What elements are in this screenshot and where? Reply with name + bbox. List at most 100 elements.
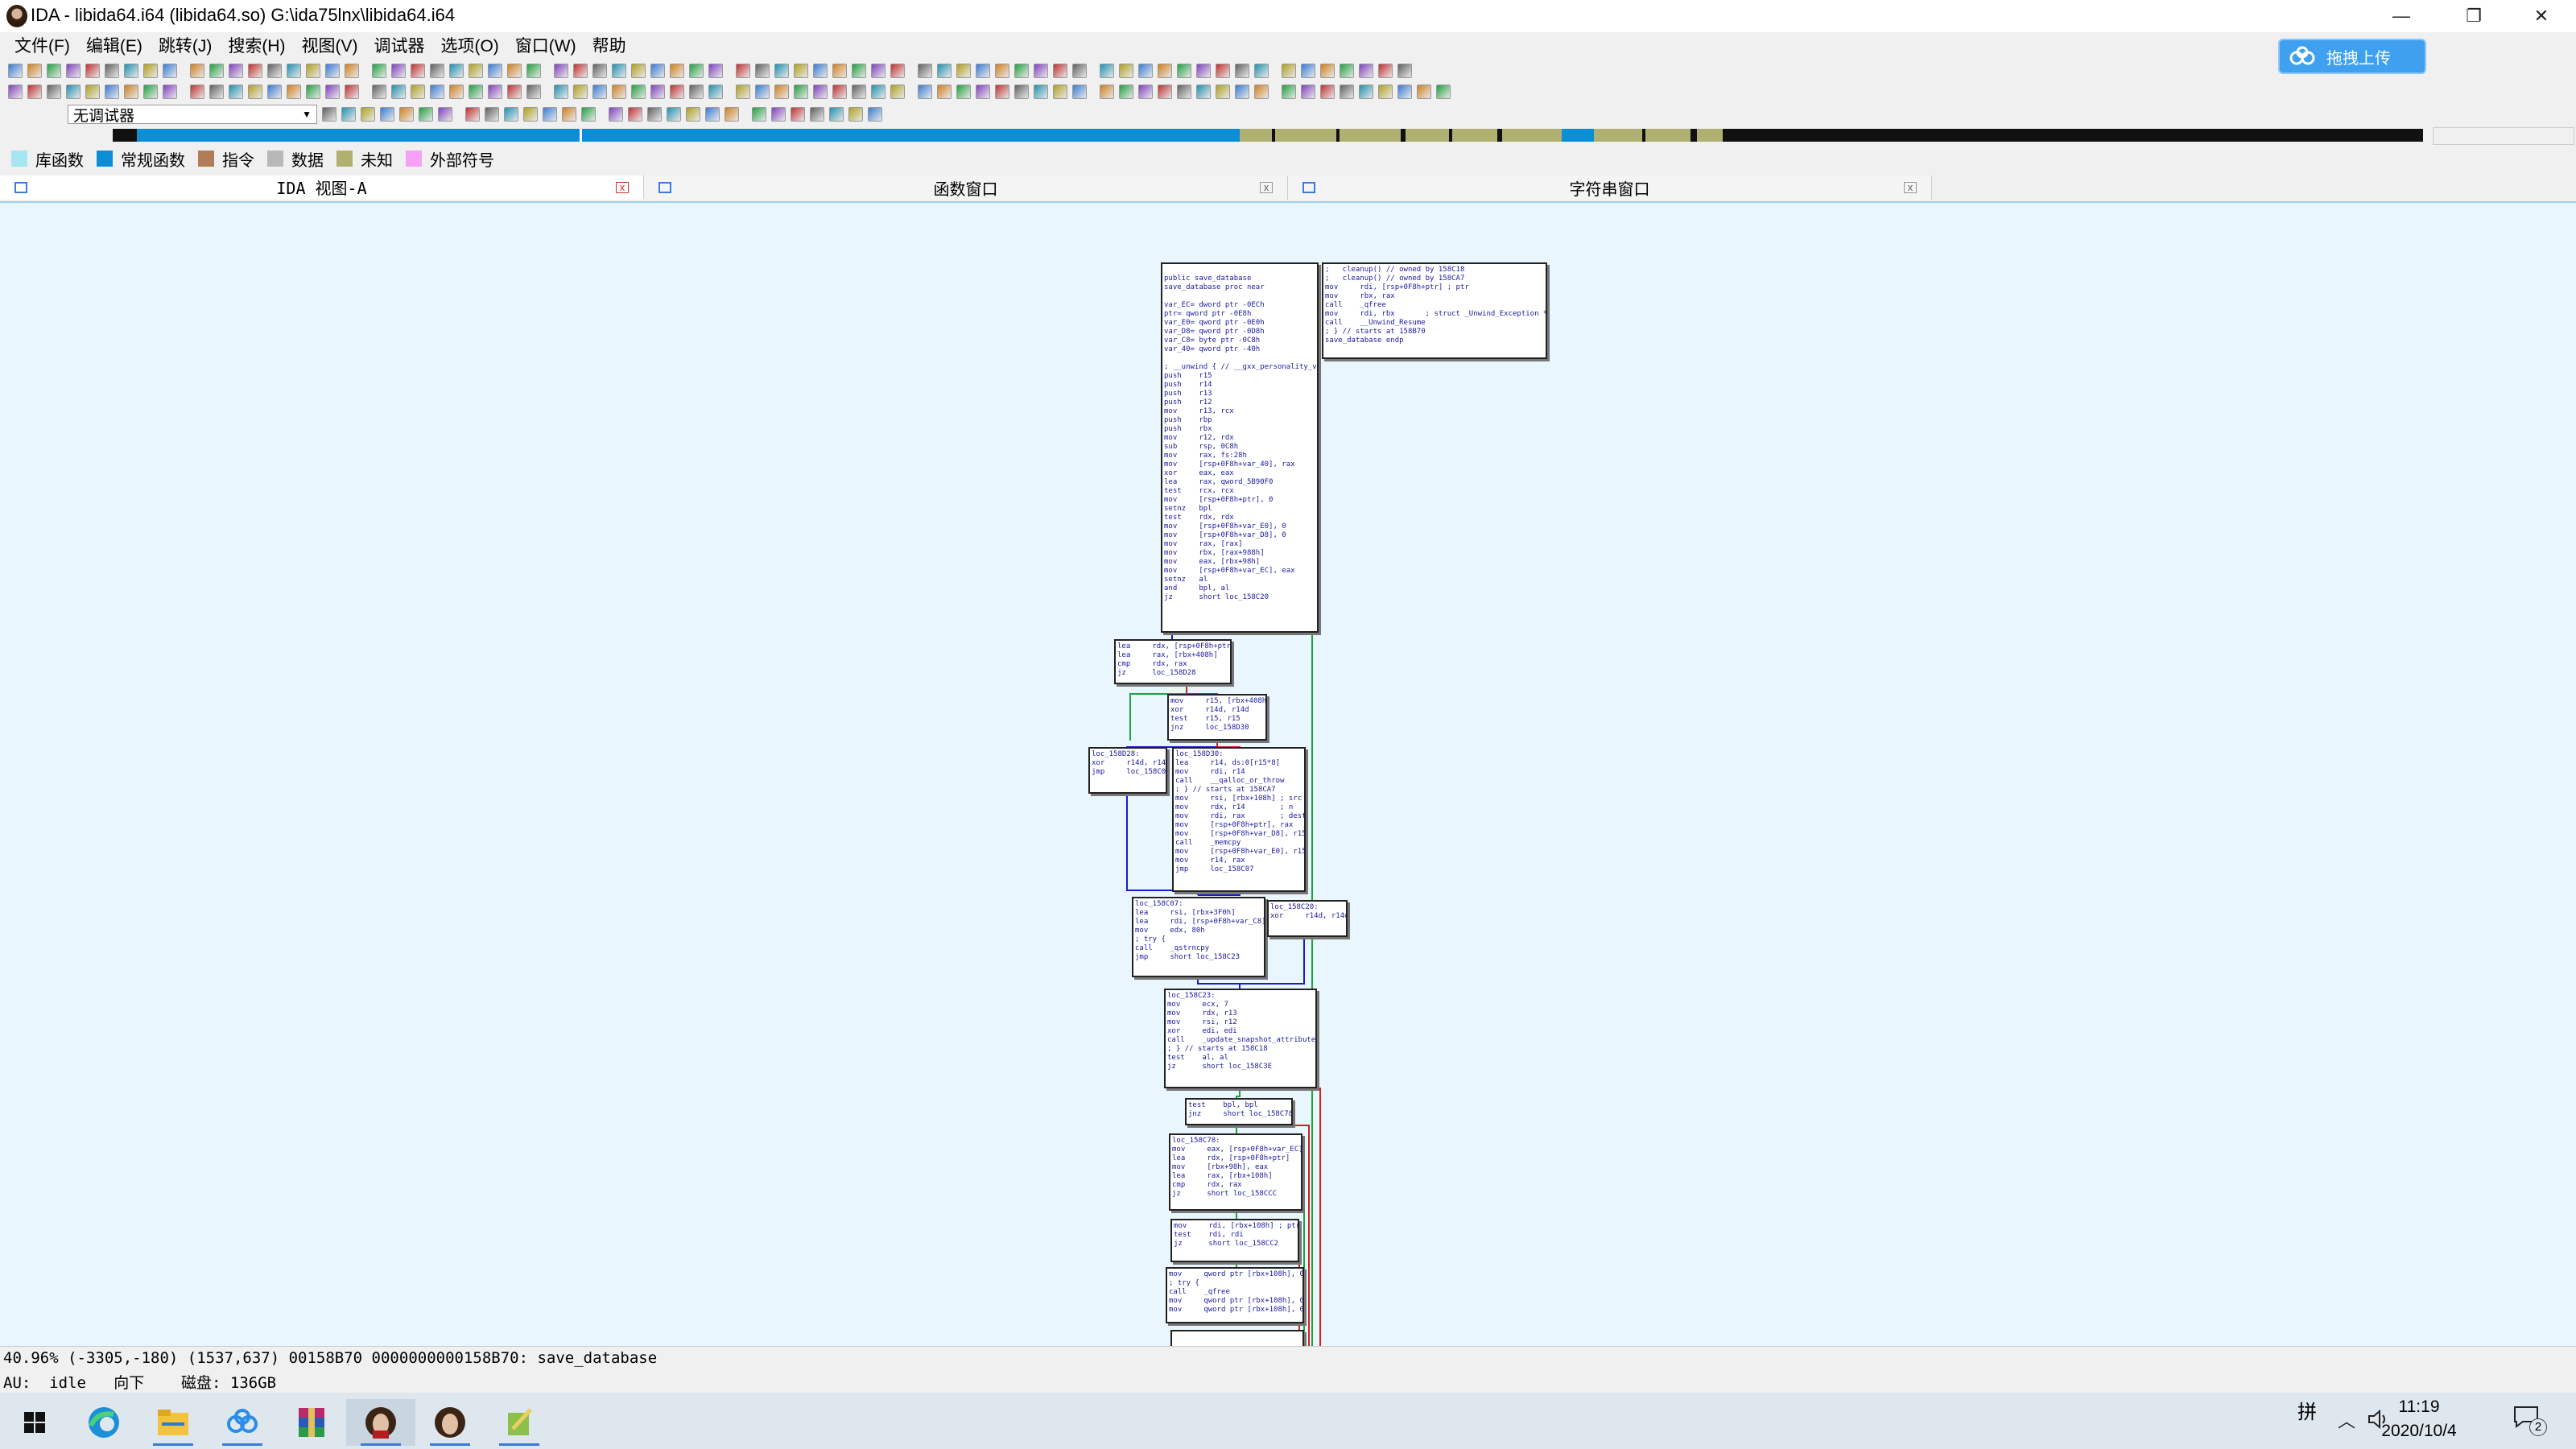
toolbar-icon[interactable]: [871, 85, 886, 99]
toolbar-icon[interactable]: [689, 85, 704, 99]
code-block[interactable]: lea rdx, [rsp+0F8h+ptr] lea rax, [rbx+40…: [1114, 639, 1232, 684]
toolbar-icon[interactable]: [488, 85, 502, 99]
taskbar-winrar[interactable]: [277, 1399, 346, 1446]
toolbar-icon[interactable]: [813, 85, 828, 99]
code-block[interactable]: mov qword ptr [rbx+108h], 0 ; try { call…: [1166, 1267, 1304, 1323]
toolbar-icon[interactable]: [267, 64, 282, 78]
toolbar-icon[interactable]: [229, 64, 243, 78]
toolbar-icon[interactable]: [848, 107, 863, 122]
toolbar-icon[interactable]: [485, 107, 499, 122]
toolbar-icon[interactable]: [573, 85, 588, 99]
toolbar-icon[interactable]: [190, 64, 204, 78]
toolbar-icon[interactable]: [391, 64, 406, 78]
tab-strings-window[interactable]: 字符串窗口 x: [1288, 175, 1932, 200]
toolbar-icon[interactable]: [47, 64, 61, 78]
toolbar-icon[interactable]: [890, 85, 905, 99]
code-block[interactable]: loc_158C07: lea rsi, [rbx+3F0h] lea rdi,…: [1132, 897, 1265, 977]
toolbar-icon[interactable]: [163, 64, 177, 78]
toolbar-icon[interactable]: [976, 64, 990, 78]
menu-jump[interactable]: 跳转(J): [151, 33, 221, 57]
toolbar-icon[interactable]: [956, 64, 971, 78]
toolbar-icon[interactable]: [85, 85, 100, 99]
taskbar-notepad-plus[interactable]: [485, 1399, 554, 1446]
toolbar-icon[interactable]: [1340, 64, 1354, 78]
toolbar-icon[interactable]: [871, 64, 886, 78]
menu-file[interactable]: 文件(F): [6, 33, 78, 57]
toolbar-icon[interactable]: [66, 85, 80, 99]
toolbar-icon[interactable]: [449, 85, 464, 99]
toolbar-icon[interactable]: [85, 64, 100, 78]
navigation-dropdown[interactable]: [2433, 127, 2574, 145]
toolbar-icon[interactable]: [592, 85, 607, 99]
toolbar-icon[interactable]: [647, 107, 662, 122]
toolbar-icon[interactable]: [956, 85, 971, 99]
toolbar-icon[interactable]: [322, 107, 336, 122]
toolbar-icon[interactable]: [774, 85, 789, 99]
toolbar-icon[interactable]: [832, 64, 847, 78]
toolbar-icon[interactable]: [1235, 85, 1249, 99]
toolbar-icon[interactable]: [794, 64, 808, 78]
toolbar-icon[interactable]: [1301, 64, 1315, 78]
toolbar-icon[interactable]: [66, 64, 80, 78]
toolbar-icon[interactable]: [724, 107, 739, 122]
toolbar-icon[interactable]: [143, 85, 158, 99]
toolbar-icon[interactable]: [667, 107, 681, 122]
toolbar-icon[interactable]: [670, 85, 684, 99]
toolbar-icon[interactable]: [419, 107, 433, 122]
toolbar-icon[interactable]: [918, 64, 932, 78]
clock-time[interactable]: 11:19: [2351, 1397, 2487, 1417]
clock-date[interactable]: 2020/10/4: [2351, 1422, 2487, 1441]
code-block[interactable]: mov rdi, [rbx+108h] ; ptr test rdi, rdi …: [1170, 1219, 1299, 1262]
toolbar-icon[interactable]: [1119, 64, 1133, 78]
toolbar-icon[interactable]: [1359, 64, 1373, 78]
toolbar-icon[interactable]: [372, 64, 386, 78]
toolbar-icon[interactable]: [543, 107, 557, 122]
toolbar-icon[interactable]: [248, 85, 262, 99]
toolbar-icon[interactable]: [8, 64, 23, 78]
toolbar-icon[interactable]: [1158, 85, 1172, 99]
debugger-select[interactable]: 无调试器 ▼: [68, 105, 317, 125]
toolbar-icon[interactable]: [306, 64, 320, 78]
toolbar-icon[interactable]: [554, 64, 568, 78]
toolbar-icon[interactable]: [1177, 64, 1191, 78]
toolbar-icon[interactable]: [1320, 85, 1335, 99]
toolbar-icon[interactable]: [562, 107, 576, 122]
toolbar-icon[interactable]: [27, 85, 42, 99]
toolbar-icon[interactable]: [631, 85, 646, 99]
toolbar-icon[interactable]: [1072, 85, 1087, 99]
toolbar-icon[interactable]: [1034, 64, 1048, 78]
toolbar-icon[interactable]: [1138, 85, 1153, 99]
toolbar-icon[interactable]: [391, 85, 406, 99]
code-block[interactable]: loc_158D28: xor r14d, r14d jmp loc_158C0…: [1088, 747, 1167, 794]
notification-button[interactable]: 2: [2512, 1404, 2547, 1439]
toolbar-icon[interactable]: [8, 85, 23, 99]
toolbar-icon[interactable]: [1014, 85, 1029, 99]
toolbar-icon[interactable]: [708, 64, 723, 78]
toolbar-icon[interactable]: [918, 85, 932, 99]
toolbar-icon[interactable]: [105, 64, 119, 78]
toolbar-icon[interactable]: [1301, 85, 1315, 99]
graph-view[interactable]: public save_database save_database proc …: [0, 201, 2576, 1346]
toolbar-icon[interactable]: [1100, 64, 1114, 78]
toolbar-icon[interactable]: [341, 107, 356, 122]
toolbar-icon[interactable]: [937, 64, 952, 78]
toolbar-icon[interactable]: [143, 64, 158, 78]
toolbar-icon[interactable]: [469, 85, 483, 99]
toolbar-icon[interactable]: [995, 85, 1009, 99]
menu-help[interactable]: 帮助: [584, 33, 634, 57]
toolbar-icon[interactable]: [852, 85, 866, 99]
toolbar-icon[interactable]: [411, 64, 425, 78]
toolbar-icon[interactable]: [523, 107, 538, 122]
toolbar-icon[interactable]: [1340, 85, 1354, 99]
toolbar-icon[interactable]: [1397, 85, 1412, 99]
toolbar-icon[interactable]: [1100, 85, 1114, 99]
toolbar-icon[interactable]: [774, 64, 789, 78]
toolbar-icon[interactable]: [1177, 85, 1191, 99]
toolbar-icon[interactable]: [325, 85, 340, 99]
toolbar-icon[interactable]: [124, 64, 138, 78]
toolbar-icon[interactable]: [325, 64, 340, 78]
toolbar-icon[interactable]: [1034, 85, 1048, 99]
toolbar-icon[interactable]: [27, 64, 42, 78]
toolbar-icon[interactable]: [868, 107, 882, 122]
toolbar-icon[interactable]: [937, 85, 952, 99]
